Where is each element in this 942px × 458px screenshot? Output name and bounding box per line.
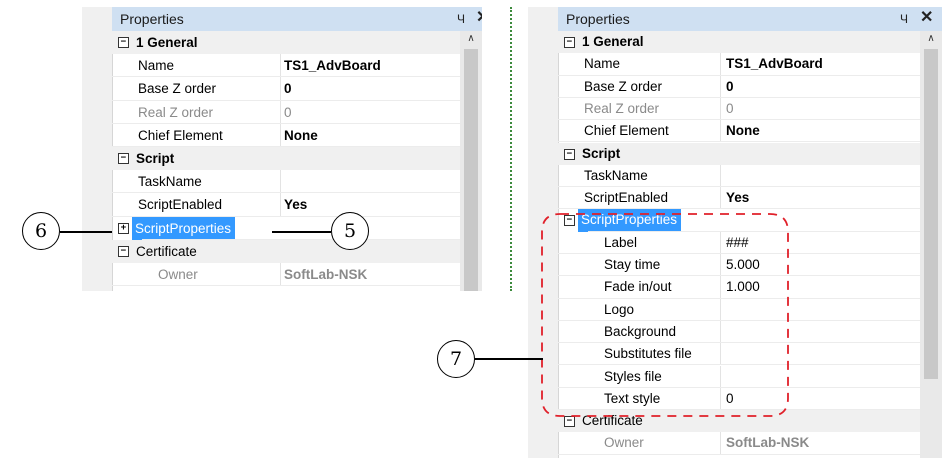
column-divider <box>720 120 721 143</box>
collapse-toggle-icon[interactable]: − <box>118 37 129 48</box>
property-value[interactable]: None <box>284 124 318 147</box>
property-name: Owner <box>604 435 644 451</box>
property-row[interactable]: Real Z order 0 <box>112 100 460 124</box>
property-value[interactable]: TS1_AdvBoard <box>284 54 381 77</box>
property-name: Chief Element <box>138 127 223 143</box>
column-divider <box>280 54 281 78</box>
callout-5: 5 <box>331 212 369 250</box>
column-divider <box>280 100 281 124</box>
column-divider <box>280 77 281 101</box>
property-name: Real Z order <box>138 104 214 120</box>
column-divider <box>720 432 721 455</box>
panel-title-bar: Properties Ч ✕ <box>112 7 482 32</box>
category-row[interactable]: − Script <box>558 142 920 165</box>
property-value[interactable]: SoftLab-NSK <box>726 432 809 454</box>
callout-5-leader <box>272 231 331 233</box>
property-name: TaskName <box>138 174 202 190</box>
collapse-toggle-icon[interactable]: − <box>118 245 129 257</box>
property-row[interactable]: Real Z order 0 <box>558 97 920 121</box>
scroll-up-icon[interactable]: ∧ <box>460 33 482 44</box>
expand-toggle-icon[interactable]: + <box>118 222 129 234</box>
column-divider <box>720 53 721 76</box>
property-name: Real Z order <box>584 100 660 116</box>
scrollbar-thumb[interactable] <box>924 49 938 379</box>
property-value[interactable]: 0 <box>284 101 292 124</box>
panel-left-gutter <box>82 7 113 291</box>
callout-7-leader <box>475 358 543 360</box>
property-value[interactable]: Yes <box>726 187 749 209</box>
highlight-outline <box>541 213 789 417</box>
property-name: Name <box>138 58 175 74</box>
subcategory-row[interactable]: + ScriptProperties <box>112 216 460 240</box>
category-label: 1 General <box>136 35 198 50</box>
scrollbar-thumb[interactable] <box>464 49 478 291</box>
pin-icon[interactable]: Ч <box>900 7 908 31</box>
property-row[interactable]: TaskName <box>112 170 460 194</box>
property-name: TaskName <box>584 167 648 183</box>
close-icon[interactable]: ✕ <box>476 7 482 30</box>
column-divider <box>280 263 281 287</box>
property-name: Name <box>584 56 621 72</box>
close-icon[interactable]: ✕ <box>920 7 933 30</box>
property-row[interactable]: Base Z order 0 <box>112 77 460 101</box>
property-name: Chief Element <box>584 123 669 139</box>
category-row[interactable]: −1 General <box>558 31 920 54</box>
property-name: Base Z order <box>584 78 663 94</box>
property-name: ScriptEnabled <box>584 190 669 206</box>
property-value[interactable]: Yes <box>284 193 307 216</box>
category-row[interactable]: −1 General <box>112 31 460 55</box>
panel-title-bar: Properties Ч ✕ <box>558 7 942 32</box>
category-label: Certificate <box>136 243 197 259</box>
property-value[interactable]: 0 <box>284 77 292 100</box>
row-divider <box>558 453 920 455</box>
property-row[interactable]: Name TS1_AdvBoard <box>112 54 460 78</box>
collapse-toggle-icon[interactable]: − <box>564 148 575 160</box>
property-row[interactable]: TaskName <box>558 164 920 188</box>
property-row[interactable]: Name TS1_AdvBoard <box>558 53 920 76</box>
row-divider <box>112 285 460 287</box>
column-divider <box>720 164 721 188</box>
property-grid: −1 General Name TS1_AdvBoard Base Z order 0 R… <box>112 31 460 291</box>
pin-icon[interactable]: Ч <box>457 7 465 31</box>
property-row[interactable]: Base Z order 0 <box>558 75 920 98</box>
column-divider <box>280 123 281 147</box>
panel-title: Properties <box>566 11 630 27</box>
callout-6: 6 <box>22 212 60 250</box>
vertical-scrollbar[interactable]: ∧ <box>460 31 482 291</box>
property-value[interactable]: 0 <box>726 98 734 120</box>
column-divider <box>720 75 721 98</box>
property-name: ScriptEnabled <box>138 197 223 213</box>
property-name: Owner <box>158 267 198 282</box>
property-row[interactable]: ScriptEnabled Yes <box>558 187 920 210</box>
category-row[interactable]: − Script <box>112 147 460 171</box>
column-divider <box>280 170 281 194</box>
property-value[interactable]: TS1_AdvBoard <box>726 53 823 75</box>
callout-6-leader <box>60 231 112 233</box>
property-value[interactable]: 0 <box>726 76 734 98</box>
category-label: Script <box>582 145 621 161</box>
callout-7: 7 <box>437 340 475 378</box>
collapse-toggle-icon[interactable]: − <box>118 153 129 164</box>
panel-divider <box>510 7 513 291</box>
column-divider <box>280 193 281 217</box>
scroll-up-icon[interactable]: ∧ <box>920 33 942 44</box>
property-value[interactable]: SoftLab-NSK <box>284 263 367 286</box>
category-label: 1 General <box>582 34 644 49</box>
panel-title: Properties <box>120 11 184 27</box>
collapse-toggle-icon[interactable]: − <box>564 37 575 48</box>
property-row[interactable]: Chief Element None <box>112 123 460 147</box>
property-name: Base Z order <box>138 81 217 97</box>
property-value[interactable]: None <box>726 120 760 142</box>
category-row[interactable]: − Certificate <box>112 239 460 263</box>
vertical-scrollbar[interactable]: ∧ <box>920 31 942 458</box>
column-divider <box>720 187 721 210</box>
property-row[interactable]: ScriptEnabled Yes <box>112 193 460 217</box>
property-row[interactable]: Owner SoftLab-NSK <box>558 432 920 455</box>
column-divider <box>720 97 721 121</box>
property-row[interactable]: Chief Element None <box>558 120 920 143</box>
property-row[interactable]: Owner SoftLab-NSK <box>112 263 460 287</box>
properties-panel-left: Properties Ч ✕ −1 GeneralNameTS1_AdvBoar… <box>82 7 482 291</box>
selected-property-label: ScriptProperties <box>132 216 236 240</box>
category-label: Script <box>136 151 175 166</box>
